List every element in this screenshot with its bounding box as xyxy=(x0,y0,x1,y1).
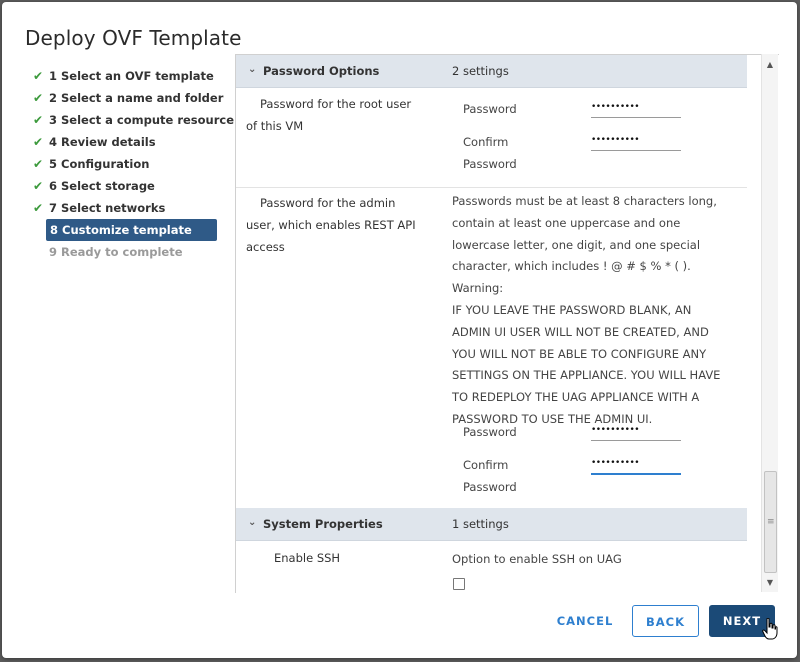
enable-ssh-checkbox[interactable] xyxy=(453,578,465,590)
step-3[interactable]: ✔ 3 Select a compute resource xyxy=(31,109,235,131)
settings-count: 2 settings xyxy=(452,64,509,78)
ssh-description: Option to enable SSH on UAG xyxy=(452,552,622,566)
deploy-ovf-dialog: Deploy OVF Template ✔ 1 Select an OVF tem… xyxy=(2,2,797,658)
section-header-password-options[interactable]: ⌄ Password Options 2 settings xyxy=(236,55,747,88)
password-label: Password xyxy=(463,102,517,116)
step-8-active[interactable]: 8 Customize template xyxy=(46,219,217,241)
check-icon: ✔ xyxy=(32,179,44,193)
step-label: 5 Configuration xyxy=(49,157,150,171)
password-requirements-note: Passwords must be at least 8 characters … xyxy=(452,194,721,426)
section-title: Password Options xyxy=(263,64,380,78)
customize-template-panel: ⌄ Password Options 2 settings Password f… xyxy=(235,54,779,593)
step-label: 6 Select storage xyxy=(49,179,155,193)
settings-count: 1 settings xyxy=(452,517,509,531)
step-7[interactable]: ✔ 7 Select networks xyxy=(31,197,231,219)
root-confirm-password-input[interactable]: •••••••••• xyxy=(591,132,681,151)
check-icon: ✔ xyxy=(32,135,44,149)
enable-ssh-label: Enable SSH xyxy=(274,551,341,565)
step-label: 9 Ready to complete xyxy=(49,245,183,259)
content-scrollbar[interactable]: ▲ ≡ ▼ xyxy=(761,54,778,592)
step-label: 4 Review details xyxy=(49,135,156,149)
section-title: System Properties xyxy=(263,517,383,531)
section-header-system-properties[interactable]: ⌄ System Properties 1 settings xyxy=(236,508,747,541)
scroll-up-icon[interactable]: ▲ xyxy=(762,58,778,72)
check-icon: ✔ xyxy=(32,157,44,171)
admin-password-label: Password for the admin user, which enabl… xyxy=(246,196,416,254)
grip-icon: ≡ xyxy=(767,517,775,527)
wizard-steps: ✔ 1 Select an OVF template ✔ 2 Select a na… xyxy=(31,65,235,263)
step-label: 1 Select an OVF template xyxy=(49,69,214,83)
step-6[interactable]: ✔ 6 Select storage xyxy=(31,175,231,197)
step-4[interactable]: ✔ 4 Review details xyxy=(31,131,231,153)
step-9: 9 Ready to complete xyxy=(31,241,231,263)
admin-confirm-password-input[interactable]: •••••••••• xyxy=(591,455,681,475)
step-label: 7 Select networks xyxy=(49,201,166,215)
root-password-label: Password for the root user of this VM xyxy=(246,97,412,133)
step-label: 3 Select a compute resource xyxy=(49,113,235,127)
password-label: Password xyxy=(463,425,517,439)
chevron-down-icon: ⌄ xyxy=(248,517,257,528)
back-button[interactable]: BACK xyxy=(632,605,699,637)
check-icon: ✔ xyxy=(32,113,44,127)
row-divider xyxy=(236,187,747,188)
dialog-title: Deploy OVF Template xyxy=(25,26,242,50)
confirm-password-label: Confirm Password xyxy=(463,135,517,171)
step-label: 8 Customize template xyxy=(50,223,192,237)
step-label: 2 Select a name and folder xyxy=(49,91,224,105)
check-icon: ✔ xyxy=(32,69,44,83)
check-icon: ✔ xyxy=(32,91,44,105)
cancel-button[interactable]: CANCEL xyxy=(547,605,623,637)
scroll-thumb[interactable]: ≡ xyxy=(764,471,777,573)
step-1[interactable]: ✔ 1 Select an OVF template xyxy=(31,65,231,87)
chevron-down-icon: ⌄ xyxy=(248,64,257,75)
check-icon: ✔ xyxy=(32,201,44,215)
confirm-password-label: Confirm Password xyxy=(463,458,517,494)
scroll-down-icon[interactable]: ▼ xyxy=(762,576,778,590)
step-2[interactable]: ✔ 2 Select a name and folder xyxy=(31,87,231,109)
hand-cursor-icon xyxy=(762,618,778,640)
admin-password-input[interactable]: •••••••••• xyxy=(591,422,681,441)
step-5[interactable]: ✔ 5 Configuration xyxy=(31,153,231,175)
root-password-input[interactable]: •••••••••• xyxy=(591,99,681,118)
